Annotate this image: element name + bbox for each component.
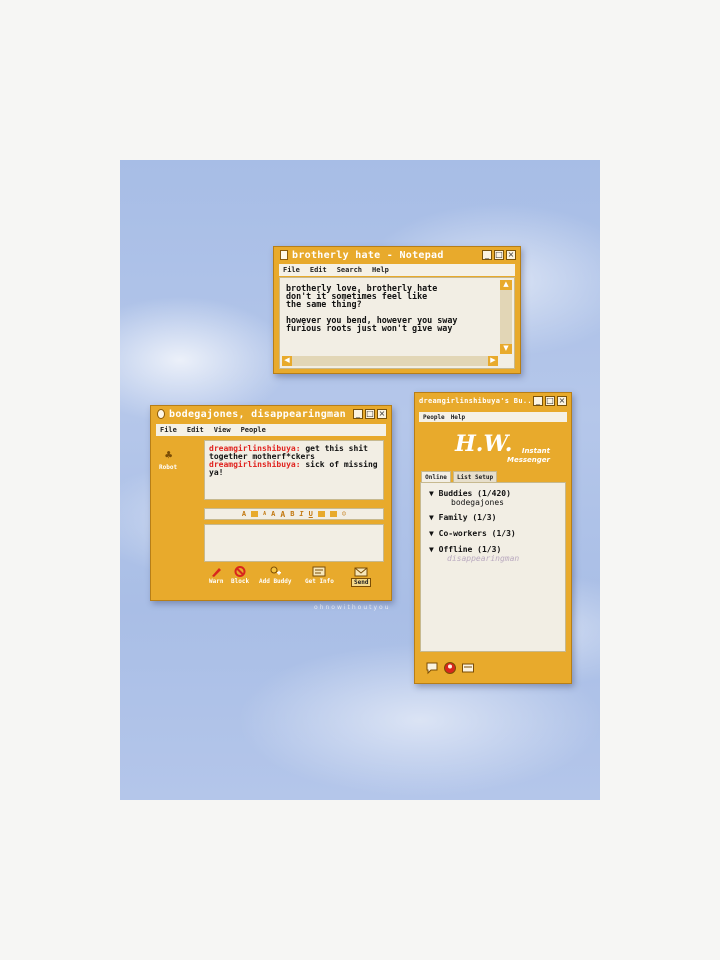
vertical-scrollbar[interactable]: ▲ ▼ — [500, 280, 512, 354]
buddy-list-window-controls: _ □ × — [533, 396, 567, 406]
notepad-window-controls: _ □ × — [482, 250, 516, 260]
menu-search[interactable]: Search — [337, 266, 362, 274]
get-info-label: Get Info — [305, 578, 334, 585]
buddy-group-buddies[interactable]: ▼ Buddies (1/420) — [429, 489, 511, 498]
scroll-right-icon[interactable]: ▶ — [488, 356, 498, 366]
underline-icon[interactable]: U — [309, 510, 313, 518]
setup-icon[interactable] — [461, 661, 475, 675]
font-larger-icon[interactable]: A — [280, 510, 285, 519]
maximize-button[interactable]: □ — [365, 409, 375, 419]
chat-bubble-icon[interactable] — [425, 661, 439, 675]
bold-icon[interactable]: B — [290, 510, 294, 518]
block-button[interactable]: Block — [231, 566, 249, 585]
add-buddy-icon — [270, 566, 282, 575]
watermark: ohnowithoutyou — [314, 604, 391, 611]
minimize-button[interactable]: _ — [533, 396, 543, 406]
notepad-text: brotherly love, brotherly hate don't it … — [286, 283, 458, 333]
horizontal-scrollbar[interactable]: ◀ ▶ — [282, 356, 498, 366]
link-icon[interactable] — [317, 511, 325, 517]
menu-view[interactable]: View — [214, 426, 231, 434]
get-info-icon — [312, 566, 326, 577]
notepad-icon — [280, 250, 288, 260]
notepad-text-area[interactable]: brotherly love, brotherly hate don't it … — [279, 277, 515, 369]
send-button[interactable]: Send — [351, 566, 372, 587]
notepad-menubar: File Edit Search Help — [279, 264, 515, 276]
maximize-button[interactable]: □ — [545, 396, 555, 406]
notepad-title: brotherly hate - Notepad — [292, 249, 444, 261]
block-icon — [234, 566, 246, 577]
logo-subtitle-line-2: Messenger — [507, 456, 550, 464]
tab-list-setup[interactable]: List Setup — [453, 471, 497, 482]
messenger-logo: H.W. — [455, 431, 513, 457]
tab-online[interactable]: Online — [421, 471, 451, 482]
menu-people[interactable]: People — [423, 414, 445, 421]
minimize-button[interactable]: _ — [482, 250, 492, 260]
logo-subtitle-line-1: Instant — [521, 447, 550, 455]
conversation-text: dreamgirlinshibuya: get this shit togeth… — [209, 445, 381, 477]
robot-buddy-icon: ♣ — [165, 448, 173, 462]
buddy-group-family[interactable]: ▼ Family (1/3) — [429, 513, 496, 522]
block-label: Block — [231, 578, 250, 585]
text-color-icon[interactable]: A — [242, 510, 246, 518]
smiley-icon[interactable]: ☺ — [342, 510, 346, 518]
chat-window-controls: _ □ × — [353, 409, 387, 419]
formatting-toolbar: A A A A B I U ☺ — [204, 508, 384, 520]
scroll-down-icon[interactable]: ▼ — [500, 344, 512, 354]
menu-edit[interactable]: Edit — [187, 426, 204, 434]
group-label: Buddies (1/420) — [438, 489, 511, 498]
buddy-list-pane: ▼ Buddies (1/420) bodegajones ▼ Family (… — [420, 482, 566, 652]
group-label: Family (1/3) — [438, 513, 497, 522]
warn-icon — [212, 568, 222, 577]
buddy-entry-offline[interactable]: disappearingman — [447, 554, 519, 563]
image-icon[interactable] — [329, 511, 337, 517]
buddy-info-icon[interactable] — [443, 661, 457, 675]
get-info-button[interactable]: Get Info — [305, 566, 334, 585]
italic-icon[interactable]: I — [299, 510, 303, 518]
buddy-group-co-workers[interactable]: ▼ Co-workers (1/3) — [429, 529, 516, 538]
maximize-button[interactable]: □ — [494, 250, 504, 260]
chat-message: dreamgirlinshibuya: get this shit togeth… — [209, 445, 381, 461]
menu-edit[interactable]: Edit — [310, 266, 327, 274]
group-label: Co-workers (1/3) — [438, 529, 516, 538]
messenger-logo-subtitle: Instant Messenger — [507, 447, 550, 465]
minimize-button[interactable]: _ — [353, 409, 363, 419]
close-button[interactable]: × — [506, 250, 516, 260]
add-buddy-button[interactable]: Add Buddy — [259, 566, 292, 585]
group-label: Offline (1/3) — [438, 545, 502, 554]
close-button[interactable]: × — [557, 396, 567, 406]
menu-people[interactable]: People — [241, 426, 266, 434]
chat-title: bodegajones, disappearingman — [169, 408, 346, 420]
chat-icon — [157, 409, 165, 419]
buddy-list-menubar: People Help — [419, 412, 567, 422]
menu-help[interactable]: Help — [372, 266, 389, 274]
send-label: Send — [351, 578, 372, 587]
font-normal-icon[interactable]: A — [271, 510, 275, 518]
chat-menubar: File Edit View People — [156, 424, 386, 436]
menu-file[interactable]: File — [283, 266, 300, 274]
menu-help[interactable]: Help — [451, 414, 465, 421]
buddy-group-offline[interactable]: ▼ Offline (1/3) — [429, 545, 501, 554]
scroll-up-icon[interactable]: ▲ — [500, 280, 512, 290]
chat-window: bodegajones, disappearingman _ □ × File … — [150, 405, 392, 601]
menu-file[interactable]: File — [160, 426, 177, 434]
send-icon — [354, 567, 368, 577]
buddy-entry[interactable]: bodegajones — [451, 498, 504, 507]
font-smaller-icon[interactable]: A — [263, 511, 266, 517]
robot-label: Robot — [159, 464, 178, 471]
buddy-list-window: dreamgirlinshibuya's Bu... _ □ × People … — [414, 392, 572, 684]
warn-button[interactable]: Warn — [209, 566, 223, 585]
warn-label: Warn — [209, 578, 224, 585]
add-buddy-label: Add Buddy — [259, 578, 292, 585]
close-button[interactable]: × — [377, 409, 387, 419]
buddy-list-toolbar — [425, 661, 475, 675]
background-color-icon[interactable] — [251, 511, 259, 517]
scroll-left-icon[interactable]: ◀ — [282, 356, 292, 366]
message-input[interactable] — [204, 524, 384, 562]
conversation-pane: dreamgirlinshibuya: get this shit togeth… — [204, 440, 384, 500]
chat-message: dreamgirlinshibuya: sick of missing ya! — [209, 461, 381, 477]
notepad-window: brotherly hate - Notepad _ □ × File Edit… — [273, 246, 521, 374]
buddy-list-title: dreamgirlinshibuya's Bu... — [419, 397, 531, 405]
